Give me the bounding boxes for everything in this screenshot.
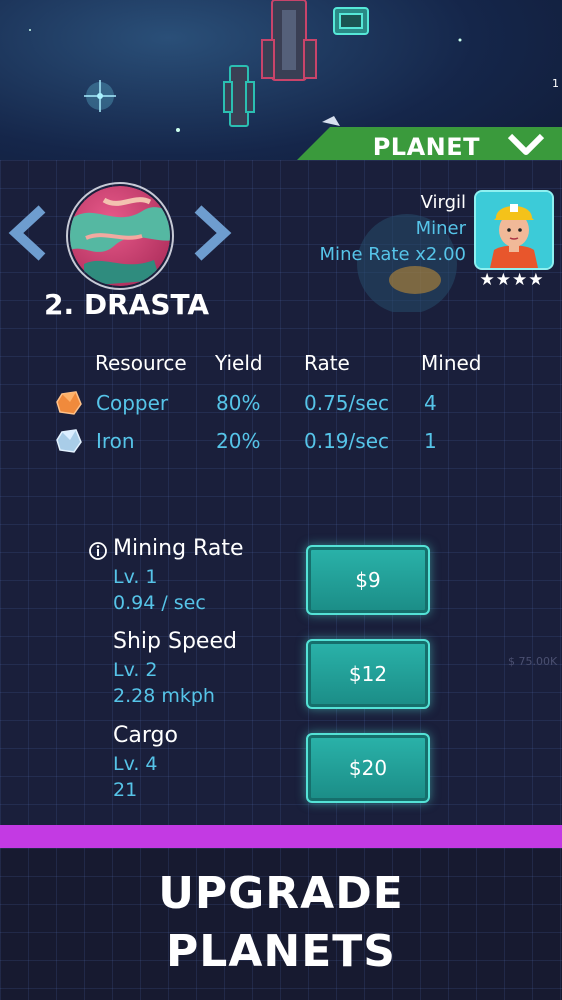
promo-divider-bar	[0, 825, 562, 848]
buy-cargo-button[interactable]: $20	[306, 733, 430, 803]
previous-planet-arrow-icon[interactable]	[6, 205, 50, 261]
upgrade-level: Lv. 2	[113, 659, 158, 681]
copper-ore-icon	[56, 391, 82, 415]
miner-name: Virgil	[420, 192, 466, 213]
resource-rate: 0.75/sec	[304, 391, 389, 415]
upgrade-value: 2.28 mkph	[113, 685, 215, 707]
upgrade-level: Lv. 4	[113, 753, 158, 775]
iron-ore-icon	[56, 429, 82, 453]
resource-rate: 0.19/sec	[304, 429, 389, 453]
cargo-drone	[333, 7, 369, 35]
corner-number: 1	[552, 77, 559, 90]
mining-ship-large	[261, 0, 317, 81]
miner-avatar[interactable]	[474, 190, 554, 270]
resource-yield: 20%	[216, 429, 261, 453]
column-header-rate: Rate	[304, 351, 350, 375]
mining-ship-small	[223, 65, 255, 127]
miner-star-rating: ★★★★	[479, 270, 545, 290]
upgrade-title-ship-speed: Ship Speed	[113, 629, 237, 654]
column-header-resource: Resource	[95, 351, 187, 375]
resource-name: Copper	[96, 391, 169, 415]
upgrade-level: Lv. 1	[113, 566, 158, 588]
upgrade-title-cargo: Cargo	[113, 723, 178, 748]
column-header-mined: Mined	[421, 351, 482, 375]
planet-image[interactable]	[64, 180, 176, 292]
miner-portrait-icon	[476, 192, 552, 268]
buy-mining-rate-button[interactable]: $9	[306, 545, 430, 615]
planet-name: 2. DRASTA	[44, 288, 210, 321]
promo-headline-line2: PLANETS	[166, 926, 396, 977]
resource-mined: 4	[424, 391, 437, 415]
column-header-yield: Yield	[215, 351, 263, 375]
buy-ship-speed-button[interactable]: $12	[306, 639, 430, 709]
background-price-label: $ 75.00K	[508, 655, 558, 668]
resource-name: Iron	[96, 429, 135, 453]
upgrade-value: 21	[113, 779, 138, 801]
miner-mine-rate: Mine Rate x2.00	[319, 244, 466, 265]
miner-info: Virgil Miner Mine Rate x2.00	[320, 190, 466, 268]
upgrade-title-mining-rate: Mining Rate	[113, 536, 244, 561]
chevron-down-icon[interactable]	[506, 130, 546, 160]
info-icon[interactable]	[88, 541, 108, 561]
planet-tab-label[interactable]: PLANET	[373, 133, 480, 161]
promo-headline-line1: UPGRADE	[158, 868, 404, 919]
next-planet-arrow-icon[interactable]	[190, 205, 234, 261]
tiny-ship	[322, 116, 340, 126]
upgrade-value: 0.94 / sec	[113, 592, 206, 614]
resource-yield: 80%	[216, 391, 261, 415]
resource-mined: 1	[424, 429, 437, 453]
miner-role: Miner	[415, 218, 466, 239]
